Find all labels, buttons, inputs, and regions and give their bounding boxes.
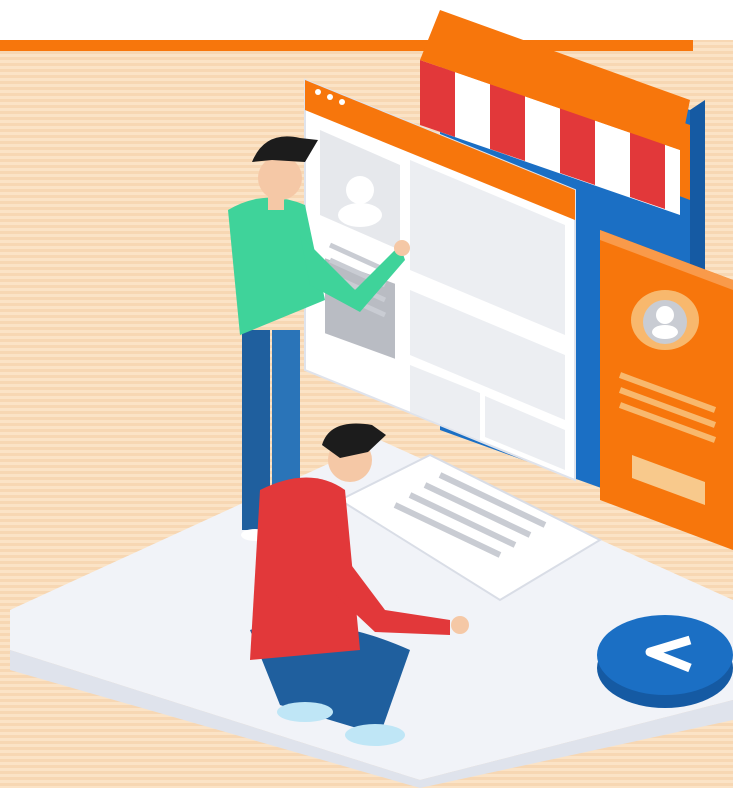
back-arrow-icon: [597, 615, 733, 708]
orange-profile-card: [600, 230, 733, 550]
storefront-illustration: [10, 10, 733, 788]
